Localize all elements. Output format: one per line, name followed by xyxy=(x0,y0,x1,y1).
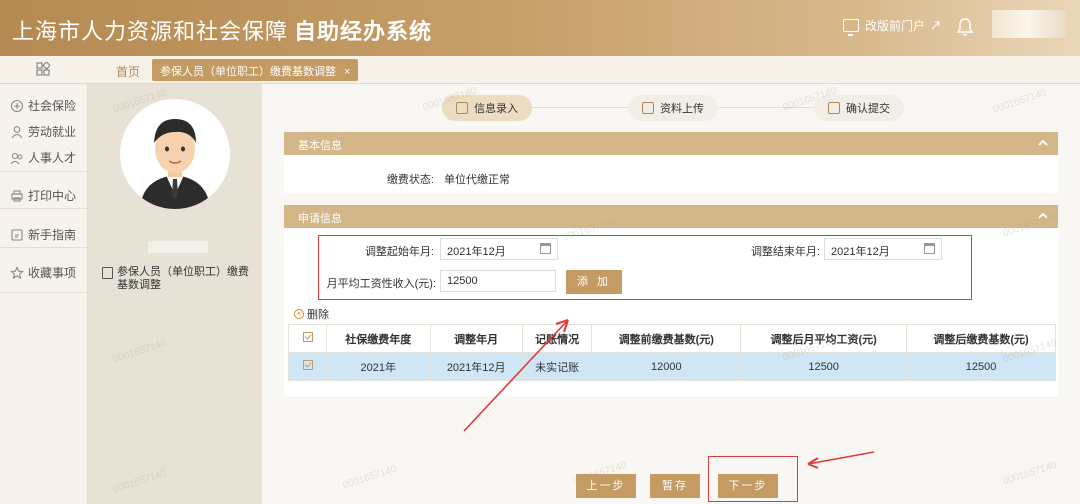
nav-divider xyxy=(0,292,88,293)
app-header: 上海市人力资源和社会保障 自助经办系统 改版前门户 xyxy=(0,0,1080,56)
close-icon[interactable]: × xyxy=(344,66,350,78)
tab-contribution-base-adjustment[interactable]: 参保人员（单位职工）缴费基数调整 × xyxy=(152,59,359,81)
nav-item-talent[interactable]: 人事人才 xyxy=(10,149,76,166)
main-content: 信息录入 资料上传 确认提交 基本信息 缴费状态: 单位代缴正常 申请信息 调整… xyxy=(262,84,1080,504)
nav-divider xyxy=(0,171,88,172)
left-navigation: 社会保险 劳动就业 人事人才 打印中心 新手指南 收藏事项 xyxy=(0,84,88,504)
nav-item-print-center[interactable]: 打印中心 xyxy=(10,187,76,204)
tab-label: 参保人员（单位职工）缴费基数调整 xyxy=(160,66,336,78)
nav-label: 社会保险 xyxy=(28,99,77,113)
employment-icon xyxy=(11,125,23,138)
old-portal-label: 改版前门户 xyxy=(865,19,926,33)
tab-bar: 首页 参保人员（单位职工）缴费基数调整 × xyxy=(0,56,1080,84)
app-title-bold: 自助经办系统 xyxy=(294,19,433,44)
nav-item-favorites[interactable]: 收藏事项 xyxy=(10,264,76,281)
nav-item-social-insurance[interactable]: 社会保险 xyxy=(10,97,76,114)
app-title: 上海市人力资源和社会保障 自助经办系统 xyxy=(12,14,432,46)
annotation-arrows xyxy=(463,319,875,469)
social-insurance-icon xyxy=(10,99,24,112)
printer-icon xyxy=(11,189,23,202)
guide-icon xyxy=(11,228,23,241)
user-name-blurred xyxy=(148,241,208,253)
nav-item-employment[interactable]: 劳动就业 xyxy=(10,123,76,140)
nav-item-guide[interactable]: 新手指南 xyxy=(10,226,76,243)
document-icon xyxy=(102,267,113,279)
link-icon xyxy=(931,21,940,30)
avatar xyxy=(120,99,230,209)
bell-icon[interactable] xyxy=(956,17,974,37)
service-menu-item[interactable]: 参保人员（单位职工）缴费基数调整 xyxy=(102,266,252,292)
user-portrait-icon xyxy=(140,119,210,209)
user-avatar-blurred[interactable] xyxy=(992,10,1066,38)
nav-divider xyxy=(0,247,88,248)
nav-label: 劳动就业 xyxy=(28,125,77,139)
profile-panel: 参保人员（单位职工）缴费基数调整 xyxy=(88,84,262,504)
nav-divider xyxy=(0,208,88,209)
service-menu-label: 参保人员（单位职工）缴费基数调整 xyxy=(117,266,249,291)
old-portal-link[interactable]: 改版前门户 xyxy=(843,17,940,36)
nav-label: 打印中心 xyxy=(28,189,77,203)
nav-label: 新手指南 xyxy=(28,228,77,242)
nav-label: 人事人才 xyxy=(28,151,77,165)
monitor-icon xyxy=(843,19,859,36)
star-icon xyxy=(10,265,24,279)
talent-icon xyxy=(10,152,23,164)
app-title-light: 上海市人力资源和社会保障 xyxy=(12,19,289,44)
grid-menu-icon[interactable] xyxy=(36,62,50,76)
tab-home[interactable]: 首页 xyxy=(116,63,140,80)
nav-label: 收藏事项 xyxy=(28,266,77,280)
